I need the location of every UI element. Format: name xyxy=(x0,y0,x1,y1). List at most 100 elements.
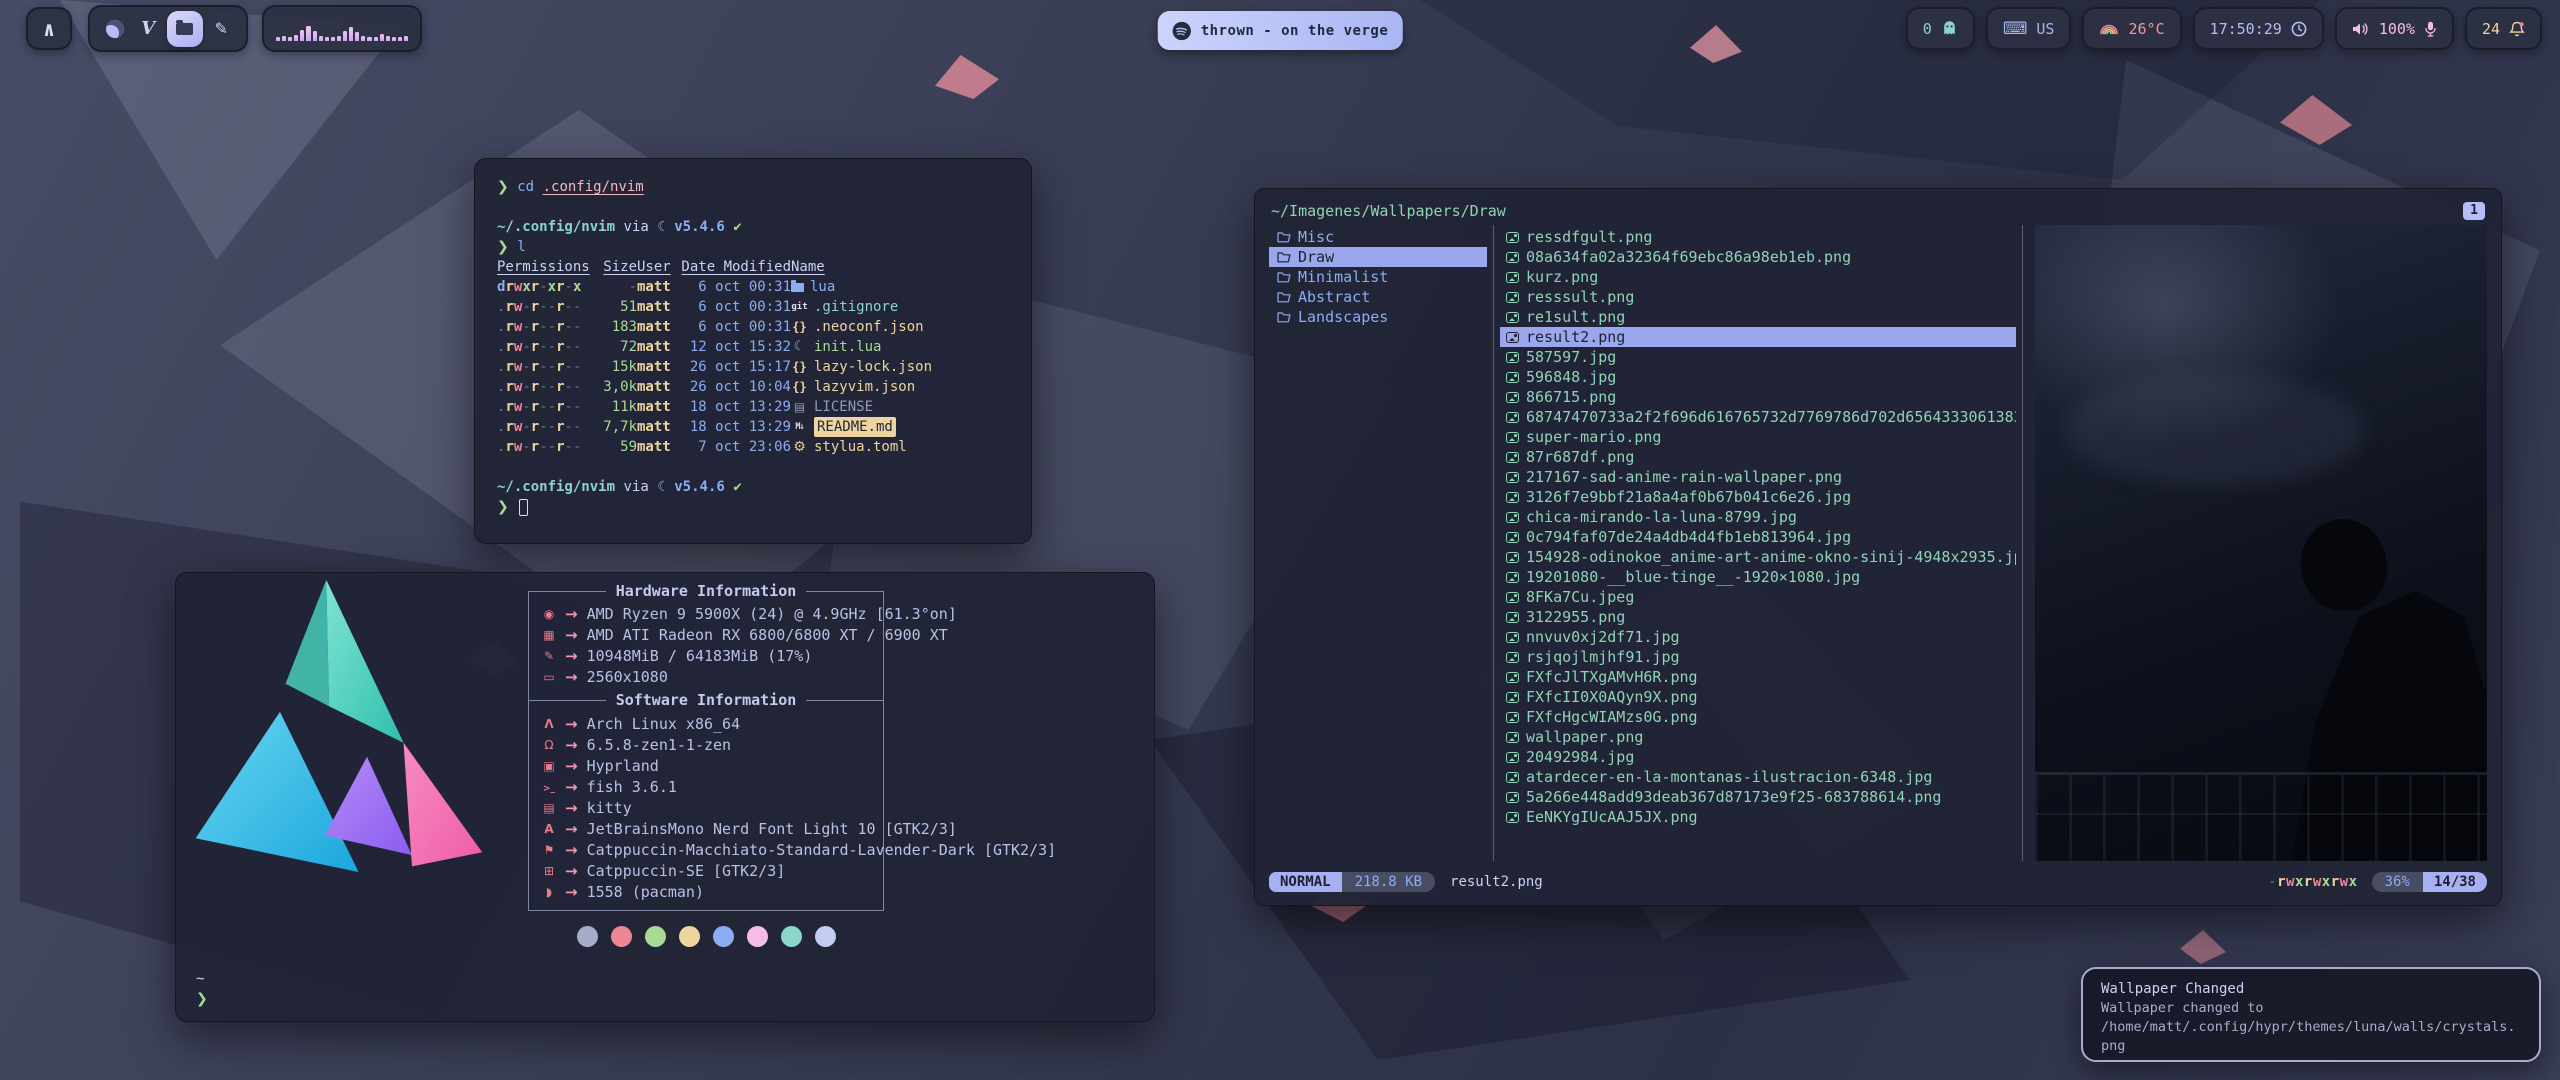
file-list-item[interactable]: FXfcHgcWIAMzs0G.png xyxy=(1500,707,2016,727)
mode-badge: NORMAL xyxy=(1269,872,1342,892)
file-list-item[interactable]: 866715.png xyxy=(1500,387,2016,407)
file-name: chica-mirando-la-luna-8799.jpg xyxy=(1526,508,1797,526)
sidebar-folder-item[interactable]: Abstract xyxy=(1269,287,1487,307)
file-name: init.lua xyxy=(814,337,881,357)
file-list-item[interactable]: nnvuv0xj2df71.jpg xyxy=(1500,627,2016,647)
image-file-icon xyxy=(1506,352,1519,363)
workspace-paint[interactable]: ✎ xyxy=(206,14,236,44)
file-list-item[interactable]: chica-mirando-la-luna-8799.jpg xyxy=(1500,507,2016,527)
file-list-item[interactable]: 5a266e448add93deab367d87173e9f25-6837886… xyxy=(1500,787,2016,807)
fetch-info-box: Hardware Information → AMD Ryzen 9 5900X… xyxy=(528,591,884,911)
launcher-button[interactable]: ∧ xyxy=(26,7,72,50)
hardware-item: → AMD Ryzen 9 5900X (24) @ 4.9GHz [61.3°… xyxy=(529,603,883,624)
file-list-item[interactable]: 19201080-__blue-tinge__-1920×1080.jpg xyxy=(1500,567,2016,587)
software-item: → Catppuccin-SE [GTK2/3] xyxy=(529,860,883,881)
filetype-icon xyxy=(791,317,808,337)
hardware-item: → 2560x1080 xyxy=(529,666,883,687)
file-list-item[interactable]: 3126f7e9bbf21a8a4af0b67b041c6e26.jpg xyxy=(1500,487,2016,507)
column-size: Size xyxy=(593,257,637,277)
prompt-via: via xyxy=(624,477,649,497)
spotify-icon xyxy=(1172,21,1192,41)
clock-time: 17:50:29 xyxy=(2210,20,2282,38)
file-list-item[interactable]: 8FKa7Cu.jpeg xyxy=(1500,587,2016,607)
check-icon: ✔ xyxy=(733,217,741,237)
file-list-item[interactable]: 20492984.jpg xyxy=(1500,747,2016,767)
file-owner: matt xyxy=(637,277,677,297)
workspace-vim[interactable]: V xyxy=(133,14,163,44)
weather-pill[interactable]: 26°C xyxy=(2082,7,2181,50)
image-file-icon xyxy=(1506,692,1519,703)
fetch-window[interactable]: Hardware Information → AMD Ryzen 9 5900X… xyxy=(175,572,1155,1022)
terminal-command-line: ❯ cd .config/nvim xyxy=(497,177,1009,197)
sidebar-folder-item[interactable]: Landscapes xyxy=(1269,307,1487,327)
file-list-item[interactable]: 68747470733a2f2f696d616765732d7769786d70… xyxy=(1500,407,2016,427)
file-list-item[interactable]: FXfcII0X0AQyn9X.png xyxy=(1500,687,2016,707)
file-manager-body: Misc Draw Minimalist xyxy=(1269,225,2487,861)
file-list-item[interactable]: re1sult.png xyxy=(1500,307,2016,327)
file-list-item[interactable]: 0c794faf07de24a4db4d4fb1eb813964.jpg xyxy=(1500,527,2016,547)
filetype-icon xyxy=(791,337,808,357)
sidebar-folder-item[interactable]: Minimalist xyxy=(1269,267,1487,287)
image-file-icon xyxy=(1506,632,1519,643)
updates-count: 0 xyxy=(1923,20,1932,38)
speaker-icon xyxy=(2352,22,2370,36)
hardware-item: → 10948MiB / 64183MiB (17%) xyxy=(529,645,883,666)
file-list-item[interactable]: EeNKYgIUcAAJ5JX.png xyxy=(1500,807,2016,827)
media-player-pill[interactable]: thrown - on the verge xyxy=(1158,11,1403,50)
ls-row: .rw-r--r-- 59 matt 7 oct 23:06 stylua.to… xyxy=(497,437,1009,457)
clock-pill[interactable]: 17:50:29 xyxy=(2193,7,2324,50)
image-file-icon xyxy=(1506,672,1519,683)
file-list-item[interactable]: 587597.jpg xyxy=(1500,347,2016,367)
scroll-percent-badge: 36% xyxy=(2372,872,2423,892)
arrow-icon: → xyxy=(565,799,578,817)
file-list-item[interactable]: rsjqojlmjhf91.jpg xyxy=(1500,647,2016,667)
sidebar-folder-item[interactable]: Misc xyxy=(1269,227,1487,247)
updates-pill[interactable]: 0 xyxy=(1906,7,1975,50)
file-list-item[interactable]: ressdfgult.png xyxy=(1500,227,2016,247)
file-permissions: .rw-r--r-- xyxy=(497,337,593,357)
file-list-item[interactable]: resssult.png xyxy=(1500,287,2016,307)
folder-name: Abstract xyxy=(1298,288,1370,306)
audio-pill[interactable]: 100% xyxy=(2335,7,2454,50)
file-list-item[interactable]: atardecer-en-la-montanas-ilustracion-634… xyxy=(1500,767,2016,787)
tab-badge[interactable]: 1 xyxy=(2463,202,2485,220)
arrow-icon: → xyxy=(565,736,578,754)
file-size: 183 xyxy=(593,317,637,337)
file-list-item[interactable]: wallpaper.png xyxy=(1500,727,2016,747)
keyboard-layout-pill[interactable]: ⌨ US xyxy=(1986,7,2072,50)
sidebar-folder-item[interactable]: Draw xyxy=(1269,247,1487,267)
file-list-item[interactable]: 154928-odinokoe_anime-art-anime-okno-sin… xyxy=(1500,547,2016,567)
file-owner: matt xyxy=(637,357,677,377)
file-permissions: .rw-r--r-- xyxy=(497,437,593,457)
ls-row: .rw-r--r-- 51 matt 6 oct 00:31 .gitignor… xyxy=(497,297,1009,317)
file-list-item[interactable]: super-mario.png xyxy=(1500,427,2016,447)
arrow-icon: → xyxy=(565,647,578,665)
file-manager-window[interactable]: ~/Imagenes/Wallpapers/Draw 1 Misc xyxy=(1254,188,2502,906)
terminal-window[interactable]: ❯ cd .config/nvim ~/.config/nvim via ☾ v… xyxy=(474,158,1032,544)
file-list-item[interactable]: kurz.png xyxy=(1500,267,2016,287)
file-size: 51 xyxy=(593,297,637,317)
file-list-item[interactable]: 3122955.png xyxy=(1500,607,2016,627)
file-list-item[interactable]: 596848.jpg xyxy=(1500,367,2016,387)
file-list-item[interactable]: 08a634fa02a32364f69ebc86a98eb1eb.png xyxy=(1500,247,2016,267)
filetype-icon xyxy=(791,437,808,457)
workspace-files-active[interactable] xyxy=(167,11,203,47)
workspace-firefox[interactable] xyxy=(100,14,130,44)
file-list-item[interactable]: result2.png xyxy=(1500,327,2016,347)
file-permissions: .rw-r--r-- xyxy=(497,397,593,417)
temperature: 26°C xyxy=(2128,20,2164,38)
file-list-item[interactable]: 87r687df.png xyxy=(1500,447,2016,467)
notifications-pill[interactable]: 24 xyxy=(2465,7,2542,50)
software-item: → 6.5.8-zen1-1-zen xyxy=(529,734,883,755)
file-date: 6 oct 00:31 xyxy=(677,277,791,297)
file-list-item[interactable]: FXfcJlTXgAMvH6R.png xyxy=(1500,667,2016,687)
software-item: → JetBrainsMono Nerd Font Light 10 [GTK2… xyxy=(529,818,883,839)
fetch-shell-prompt[interactable]: ~ ❯ xyxy=(196,969,208,1009)
file-list-item[interactable]: 217167-sad-anime-rain-wallpaper.png xyxy=(1500,467,2016,487)
file-name: FXfcHgcWIAMzs0G.png xyxy=(1526,708,1698,726)
wallpaper-shard xyxy=(2180,930,2226,964)
file-date: 26 oct 10:04 xyxy=(677,377,791,397)
rainbow-icon xyxy=(2099,22,2119,35)
terminal-input-line[interactable]: ❯ xyxy=(497,497,1009,517)
notification-toast[interactable]: Wallpaper Changed Wallpaper changed to /… xyxy=(2081,967,2541,1062)
